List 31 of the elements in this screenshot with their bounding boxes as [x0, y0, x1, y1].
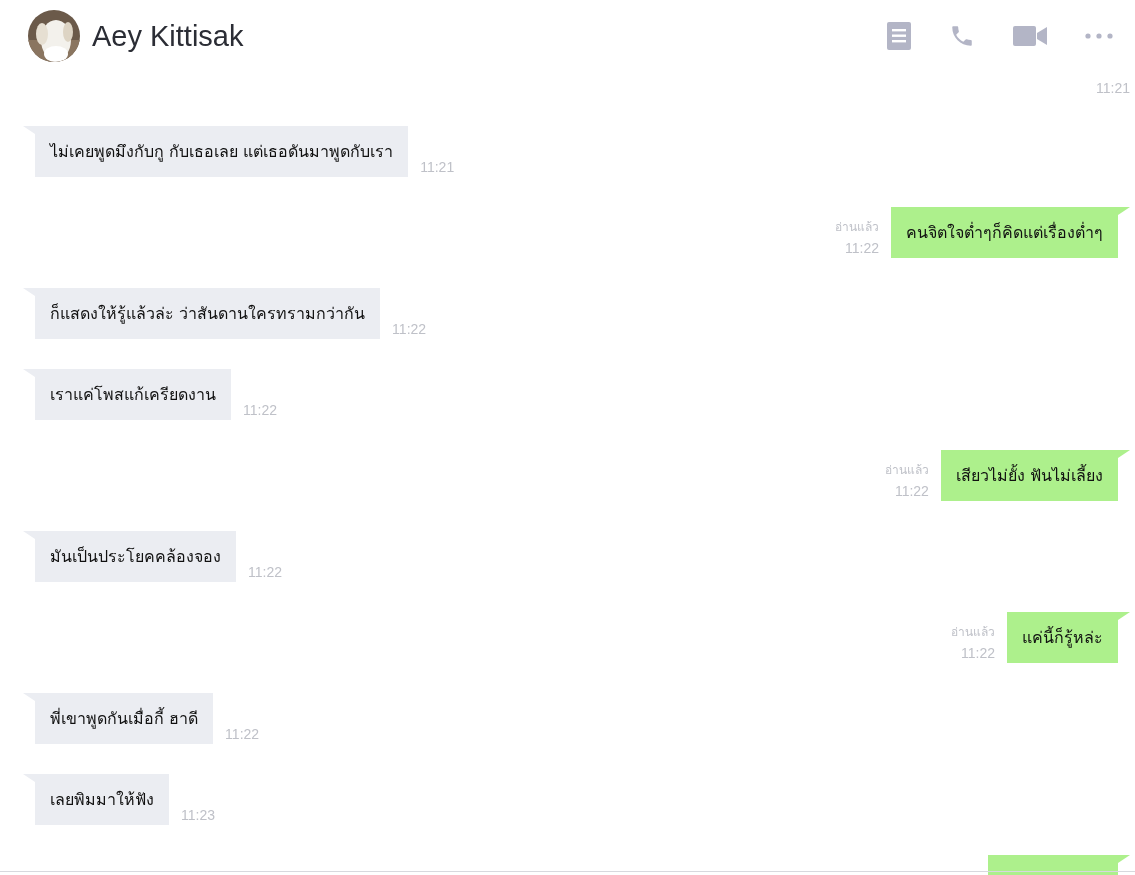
bubble-tail	[1118, 612, 1130, 620]
message-bubble: มันเป็นประโยคคล้องจอง	[35, 531, 236, 582]
message-bubble: เลยพิมมาให้ฟัง	[35, 774, 169, 825]
read-receipt: อ่านแล้ว	[835, 219, 879, 236]
video-camera-icon[interactable]	[1013, 26, 1047, 46]
message-bubble: ก็แสดงให้รู้แล้วล่ะ ว่าสันดานใครทรามกว่ากัน	[35, 288, 381, 339]
message-bubble: เราแค่โพสแก้เครียดงาน	[35, 369, 231, 420]
message-time: 11:21	[1096, 80, 1130, 96]
message-time: 11:22	[225, 726, 260, 742]
message-time: 11:22	[392, 321, 427, 337]
contact-name: Aey Kittisak	[92, 19, 244, 53]
message-bubble: พี่เขาพูดกันเมื่อกี้ ฮาดี	[35, 693, 214, 744]
message-bubble: แค่นี้ก็รู้หล่ะ	[1007, 612, 1118, 663]
read-receipt: อ่านแล้ว	[884, 462, 929, 479]
message-time: 11:22	[248, 564, 282, 580]
read-receipt: อ่านแล้ว	[951, 624, 995, 641]
phone-icon[interactable]	[949, 23, 975, 49]
message-time: 11:22	[961, 645, 995, 661]
more-icon[interactable]	[1085, 33, 1113, 39]
message-bubble: ไม่เคยพูดมึงกับกู กับเธอเลย แต่เธอดันมาพูดกับเรา	[35, 126, 409, 177]
message-bubble: คนจิตใจต่ำๆก็คิดแต่เรื่องต่ำๆ	[891, 207, 1118, 258]
notes-icon[interactable]	[887, 22, 911, 50]
message-time: 11:22	[894, 483, 929, 499]
message-time: 11:23	[181, 807, 215, 823]
bubble-tail	[1118, 450, 1130, 458]
message-time: 11:22	[243, 402, 277, 418]
message-time: 11:21	[420, 159, 455, 175]
message-bubble: เสียวไม่ยั้ง ฟันไม่เลี้ยง	[940, 450, 1118, 501]
message-time: 11:22	[845, 240, 879, 256]
bubble-tail	[1118, 855, 1130, 863]
bubble-tail	[1118, 207, 1130, 215]
